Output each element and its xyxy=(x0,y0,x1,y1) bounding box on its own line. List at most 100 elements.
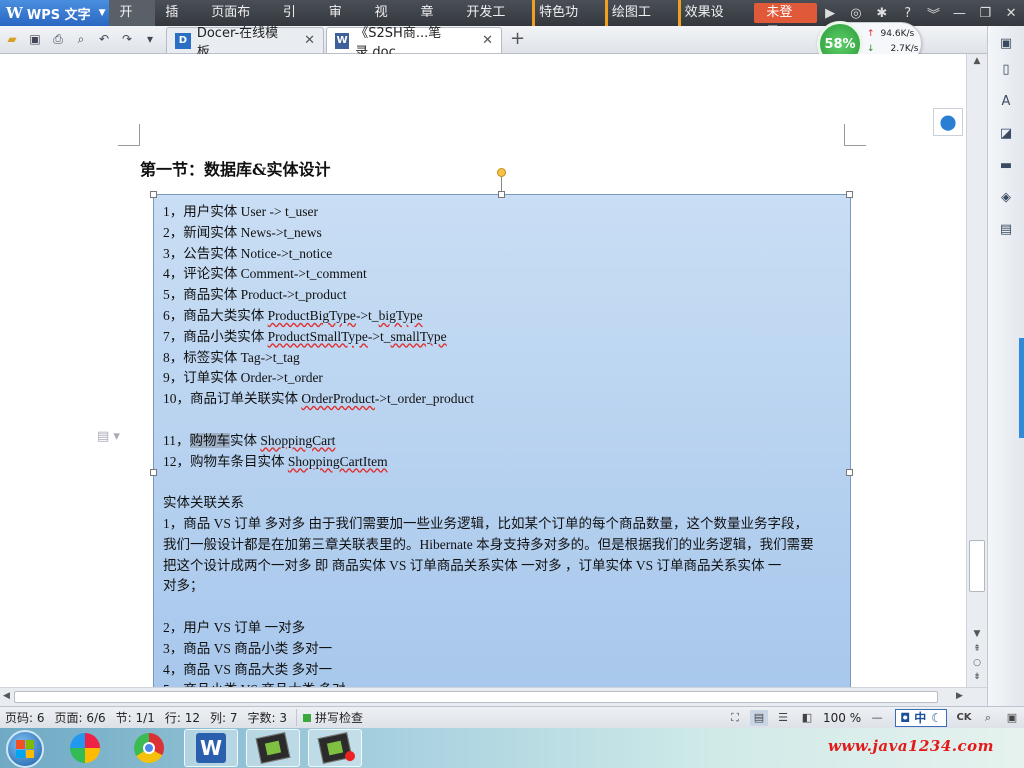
text-box[interactable]: 1，用户实体 User -> t_user 2，新闻实体 News->t_news… xyxy=(150,191,853,687)
resize-handle[interactable] xyxy=(846,469,853,476)
text-line[interactable]: 4，评论实体 Comment->t_comment xyxy=(163,264,843,285)
customize-toolbar-icon[interactable]: ▾ xyxy=(140,29,160,49)
menu-effect-settings[interactable]: 效果设置 xyxy=(677,0,747,46)
zoom-out-icon[interactable]: — xyxy=(868,710,886,726)
undo-icon[interactable]: ↶ xyxy=(94,29,114,49)
page-code[interactable]: 页码: 6 xyxy=(0,709,50,726)
text-line[interactable]: 10，商品订单关联实体 OrderProduct->t_order_produc… xyxy=(163,389,843,410)
menu-home[interactable]: 开始 xyxy=(109,0,156,46)
text-line[interactable]: 7，商品小类实体 ProductSmallType->t_smallType xyxy=(163,327,843,348)
app-menu-button[interactable]: W WPS 文字 ▼ xyxy=(0,0,110,26)
text-line[interactable]: 11，购物车实体 ShoppingCart xyxy=(163,431,843,452)
location-pin-icon[interactable]: ⬤ xyxy=(933,108,963,136)
login-button[interactable]: 未登录 xyxy=(754,3,818,40)
print-preview-icon[interactable]: ⌕ xyxy=(71,29,91,49)
save-icon[interactable]: ▣ xyxy=(25,29,45,49)
web-view-icon[interactable]: ◧ xyxy=(798,710,816,726)
taskbar-app-game-2[interactable] xyxy=(308,729,362,767)
text-line[interactable]: 实体关联关系 xyxy=(163,493,843,514)
tab-docer[interactable]: D Docer-在线模板 ✕ xyxy=(166,26,324,60)
text-line[interactable]: 3，商品 VS 商品小类 多对一 xyxy=(163,639,843,660)
restore-icon[interactable]: ❐ xyxy=(972,6,998,21)
skin-icon[interactable]: ◎ xyxy=(843,6,869,21)
search-icon[interactable]: ⌕ xyxy=(979,710,997,726)
text-line[interactable] xyxy=(163,410,843,431)
new-document-icon[interactable]: ▯ xyxy=(997,60,1015,78)
outline-view-icon[interactable]: ☰ xyxy=(774,710,792,726)
page-view-icon[interactable]: ▤ xyxy=(750,709,768,726)
comment-icon[interactable]: ▬ xyxy=(997,156,1015,174)
text-line[interactable]: 9，订单实体 Order->t_order xyxy=(163,368,843,389)
section-count[interactable]: 节: 1/1 xyxy=(111,709,160,726)
text-line[interactable]: 1，用户实体 User -> t_user xyxy=(163,202,843,223)
taskbar-app-wps[interactable]: W xyxy=(184,729,238,767)
word-count[interactable]: 字数: 3 xyxy=(242,709,292,726)
horizontal-scroll-thumb[interactable] xyxy=(14,691,938,703)
page-count[interactable]: 页面: 6/6 xyxy=(50,709,111,726)
text-line[interactable]: 我们一般设计都是在加第三章关联表里的。Hibernate 本身支持多对多的。但是… xyxy=(163,535,843,556)
vertical-scrollbar[interactable]: ▲ ▼ ⇞ ○ ⇟ xyxy=(966,54,987,687)
settings-icon[interactable]: ✱ xyxy=(869,6,895,21)
text-line[interactable]: 6，商品大类实体 ProductBigType->t_bigType xyxy=(163,306,843,327)
redo-icon[interactable]: ↷ xyxy=(117,29,137,49)
text-line[interactable]: 5，商品实体 Product->t_product xyxy=(163,285,843,306)
vertical-scroll-thumb[interactable] xyxy=(969,540,985,592)
ime-toolbar[interactable]: ◘ 中 ☾ xyxy=(895,708,947,727)
help-icon[interactable]: ? xyxy=(895,6,921,21)
scroll-left-icon[interactable]: ◀ xyxy=(3,691,10,701)
close-tab-icon[interactable]: ✕ xyxy=(304,33,315,48)
document-area[interactable]: 第一节：数据库&实体设计 ▤ ▾ 1，用户实体 User -> t_user 2，… xyxy=(0,54,987,687)
menu-insert[interactable]: 插入 xyxy=(155,0,201,46)
collapse-ribbon-icon[interactable]: ︾ xyxy=(921,4,947,23)
text-line[interactable]: 1，商品 VS 订单 多对多 由于我们需要加一些业务逻辑，比如某个订单的每个商品… xyxy=(163,514,843,535)
text-line[interactable]: 4，商品 VS 商品大类 多对一 xyxy=(163,660,843,681)
menu-drawing-tools[interactable]: 绘图工具 xyxy=(604,0,674,46)
rotate-handle[interactable] xyxy=(497,168,506,177)
taskbar-app-chrome[interactable] xyxy=(122,729,176,767)
scroll-right-icon[interactable]: ▶ xyxy=(956,691,963,701)
text-line[interactable]: 5，商品小类 VS 商品大类 多对一 xyxy=(163,680,843,687)
text-line[interactable]: 对多； xyxy=(163,576,843,597)
keyboard-icon[interactable]: CK xyxy=(955,710,973,726)
resize-handle[interactable] xyxy=(846,191,853,198)
style-icon[interactable]: A xyxy=(997,92,1015,110)
new-tab-button[interactable]: + xyxy=(510,28,525,49)
fullscreen-icon[interactable]: ⛶ xyxy=(726,710,744,726)
taskbar-app-explorer[interactable] xyxy=(58,729,112,767)
scroll-down-icon[interactable]: ▼ xyxy=(970,629,984,639)
select-browse-icon[interactable]: ○ xyxy=(970,658,984,668)
taskbar-app-game-1[interactable] xyxy=(246,729,300,767)
paragraph-marker-icon[interactable]: ▤ ▾ xyxy=(97,429,120,444)
tray-expand-icon[interactable]: ▣ xyxy=(1003,710,1021,726)
side-panel-toggle[interactable] xyxy=(1019,338,1024,438)
resize-handle[interactable] xyxy=(150,191,157,198)
close-icon[interactable]: ✕ xyxy=(998,6,1024,21)
select-icon[interactable]: ◪ xyxy=(997,124,1015,142)
tab-document[interactable]: W 《S2SH商...笔录.doc ✕ xyxy=(326,26,502,60)
start-button[interactable] xyxy=(6,730,44,768)
spell-check-button[interactable]: 拼写检查 xyxy=(295,709,363,726)
backup-icon[interactable]: ◈ xyxy=(997,188,1015,206)
open-folder-icon[interactable]: ▰ xyxy=(2,29,22,49)
play-icon[interactable]: ▶ xyxy=(817,6,843,21)
prev-page-icon[interactable]: ⇞ xyxy=(970,644,984,654)
next-page-icon[interactable]: ⇟ xyxy=(970,672,984,682)
print-icon[interactable]: ⎙ xyxy=(48,29,68,49)
text-line[interactable] xyxy=(163,597,843,618)
resize-handle[interactable] xyxy=(150,469,157,476)
panel-restore-icon[interactable]: ▣ xyxy=(997,34,1015,52)
text-line[interactable]: 把这个设计成两个一对多 即 商品实体 VS 订单商品关系实体 一对多 ，订单实体… xyxy=(163,556,843,577)
zoom-level[interactable]: 100 % xyxy=(819,711,865,725)
text-line[interactable]: 8，标签实体 Tag->t_tag xyxy=(163,348,843,369)
text-line[interactable]: 3，公告实体 Notice->t_notice xyxy=(163,244,843,265)
menu-special-features[interactable]: 特色功能 xyxy=(532,0,601,46)
column-number[interactable]: 列: 7 xyxy=(205,709,243,726)
close-tab-icon[interactable]: ✕ xyxy=(482,33,493,48)
text-line[interactable]: 2，用户 VS 订单 一对多 xyxy=(163,618,843,639)
row-number[interactable]: 行: 12 xyxy=(160,709,205,726)
text-box-content[interactable]: 1，用户实体 User -> t_user 2，新闻实体 News->t_news… xyxy=(163,202,843,687)
text-line[interactable]: 2，新闻实体 News->t_news xyxy=(163,223,843,244)
minimize-icon[interactable]: — xyxy=(946,6,972,21)
horizontal-scrollbar[interactable]: ◀ ▶ xyxy=(0,687,987,706)
scroll-up-icon[interactable]: ▲ xyxy=(970,56,984,66)
